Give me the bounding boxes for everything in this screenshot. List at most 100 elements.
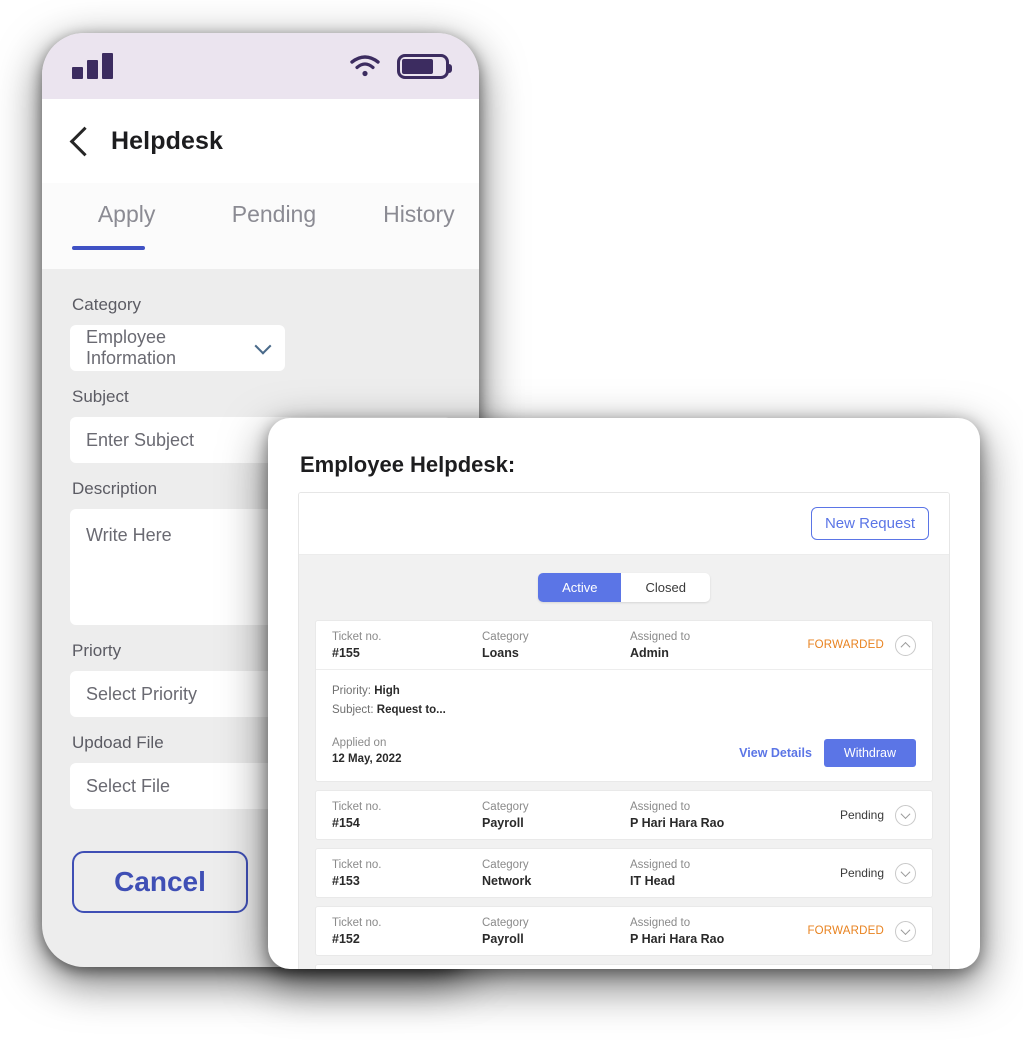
ticket-no-cell: Ticket no. #155 bbox=[332, 630, 482, 661]
table-row[interactable]: Ticket no. #152 Category Payroll Assigne… bbox=[315, 906, 933, 956]
assigned-to-header: Assigned to bbox=[630, 916, 691, 929]
table-row[interactable]: Ticket no. #155 Category Loans Assigned … bbox=[315, 620, 933, 782]
priority-value: High bbox=[374, 685, 400, 697]
ticket-no-header: Ticket no. bbox=[332, 630, 382, 643]
applied-on-cell: Applied on 12 May, 2022 bbox=[332, 736, 401, 767]
back-chevron-icon[interactable] bbox=[69, 126, 100, 156]
applied-on-label: Applied on bbox=[332, 737, 387, 749]
new-request-button[interactable]: New Request bbox=[810, 507, 929, 540]
ticket-no-header: Ticket no. bbox=[332, 800, 382, 813]
assigned-to-value: Admin bbox=[630, 645, 669, 660]
assigned-to-header: Assigned to bbox=[630, 858, 691, 871]
category-header: Category bbox=[482, 916, 529, 929]
category-label: Category bbox=[72, 295, 141, 314]
category-value: Loans bbox=[482, 645, 519, 660]
ticket-status-group: FORWARDED bbox=[807, 634, 916, 656]
ticket-details: Priority: High Subject: Request to... Ap… bbox=[316, 669, 932, 781]
phone-tab-bar: Apply Pending History bbox=[42, 183, 479, 269]
wifi-icon bbox=[350, 55, 380, 77]
category-header: Category bbox=[482, 630, 529, 643]
table-row[interactable]: Ticket no. #154 Category Payroll Assigne… bbox=[315, 790, 933, 840]
applied-on-date: 12 May, 2022 bbox=[332, 753, 402, 765]
panel-body: Active Closed Ticket no. #155 Category L… bbox=[299, 555, 949, 969]
signal-bars-icon bbox=[72, 53, 113, 79]
filter-closed[interactable]: Closed bbox=[621, 573, 710, 602]
chevron-down-icon[interactable] bbox=[895, 804, 916, 826]
assigned-to-cell: Assigned to P Hari Hara Rao bbox=[630, 916, 805, 947]
ticket-summary[interactable]: Ticket no. #151 Category Income Tax Assi… bbox=[316, 965, 932, 969]
battery-icon bbox=[397, 53, 452, 79]
ticket-no-cell: Ticket no. #154 bbox=[332, 800, 482, 831]
ticket-no-cell: Ticket no. #152 bbox=[332, 916, 482, 947]
helpdesk-panel: New Request Active Closed Ticket no. #15… bbox=[298, 492, 950, 969]
category-cell: Category Loans bbox=[482, 630, 630, 661]
tab-apply[interactable]: Apply bbox=[72, 201, 181, 250]
assigned-to-cell: Assigned to Admin bbox=[630, 630, 805, 661]
assigned-to-value: P Hari Hara Rao bbox=[630, 931, 725, 946]
ticket-no-value: #153 bbox=[332, 873, 360, 888]
status-badge: Pending bbox=[839, 808, 884, 822]
phone-status-bar bbox=[42, 33, 479, 99]
status-bar-right bbox=[349, 53, 452, 79]
assigned-to-cell: Assigned to IT Head bbox=[630, 858, 805, 889]
tab-pending[interactable]: Pending bbox=[209, 201, 339, 250]
ticket-no-header: Ticket no. bbox=[332, 916, 382, 929]
filter-active[interactable]: Active bbox=[538, 573, 622, 602]
ticket-no-header: Ticket no. bbox=[332, 858, 382, 871]
ticket-actions: View Details Withdraw bbox=[739, 739, 916, 767]
status-filter-group: Active Closed bbox=[538, 573, 710, 602]
ticket-no-value: #155 bbox=[332, 645, 360, 660]
category-cell: Category Payroll bbox=[482, 916, 630, 947]
assigned-to-value: IT Head bbox=[630, 873, 676, 888]
subject-value: Request to... bbox=[376, 704, 446, 716]
ticket-status-group: Pending bbox=[839, 804, 916, 826]
category-select[interactable]: Employee Information bbox=[70, 325, 285, 371]
category-value: Network bbox=[482, 873, 532, 888]
ticket-status-group: Pending bbox=[839, 862, 916, 884]
subject-key: Subject: bbox=[332, 704, 374, 716]
description-placeholder: Write Here bbox=[86, 525, 172, 545]
view-details-link[interactable]: View Details bbox=[739, 746, 812, 760]
status-badge: FORWARDED bbox=[807, 639, 884, 651]
page-title: Helpdesk bbox=[111, 126, 223, 155]
desktop-mockup: Employee Helpdesk: New Request Active Cl… bbox=[268, 418, 980, 969]
category-cell: Category Network bbox=[482, 858, 630, 889]
chevron-down-icon bbox=[254, 337, 272, 355]
upload-file-placeholder: Select File bbox=[86, 775, 171, 796]
cancel-button[interactable]: Cancel bbox=[72, 851, 248, 913]
category-value: Employee Information bbox=[86, 327, 177, 368]
category-header: Category bbox=[482, 858, 529, 871]
priority-key: Priority: bbox=[332, 685, 371, 697]
category-cell: Category Payroll bbox=[482, 800, 630, 831]
ticket-summary[interactable]: Ticket no. #152 Category Payroll Assigne… bbox=[316, 907, 932, 955]
table-row[interactable]: Ticket no. #151 Category Income Tax Assi… bbox=[315, 964, 933, 969]
ticket-summary[interactable]: Ticket no. #154 Category Payroll Assigne… bbox=[316, 791, 932, 839]
chevron-down-icon[interactable] bbox=[895, 920, 916, 942]
category-header: Category bbox=[482, 800, 529, 813]
assigned-to-cell: Assigned to P Hari Hara Rao bbox=[630, 800, 805, 831]
priority-placeholder: Select Priority bbox=[86, 683, 198, 704]
status-badge: FORWARDED bbox=[807, 925, 884, 937]
subject-label: Subject bbox=[72, 387, 129, 406]
ticket-summary[interactable]: Ticket no. #155 Category Loans Assigned … bbox=[316, 621, 932, 669]
status-badge: Pending bbox=[839, 866, 884, 880]
desktop-content: Employee Helpdesk: New Request Active Cl… bbox=[268, 418, 980, 969]
ticket-no-value: #154 bbox=[332, 815, 360, 830]
assigned-to-value: P Hari Hara Rao bbox=[630, 815, 725, 830]
category-value: Payroll bbox=[482, 931, 524, 946]
withdraw-button[interactable]: Withdraw bbox=[823, 739, 916, 767]
chevron-up-icon[interactable] bbox=[895, 634, 916, 656]
table-row[interactable]: Ticket no. #153 Category Network Assigne… bbox=[315, 848, 933, 898]
tab-history[interactable]: History bbox=[359, 201, 479, 250]
employee-helpdesk-title: Employee Helpdesk: bbox=[300, 452, 516, 477]
ticket-summary[interactable]: Ticket no. #153 Category Network Assigne… bbox=[316, 849, 932, 897]
ticket-details-footer: Applied on 12 May, 2022 View Details Wit… bbox=[332, 736, 916, 767]
panel-header: New Request bbox=[299, 493, 949, 555]
category-value: Payroll bbox=[482, 815, 524, 830]
assigned-to-header: Assigned to bbox=[630, 800, 691, 813]
status-filter: Active Closed bbox=[315, 573, 933, 602]
ticket-no-cell: Ticket no. #153 bbox=[332, 858, 482, 889]
chevron-down-icon[interactable] bbox=[895, 862, 916, 884]
priority-line: Priority: High bbox=[332, 682, 916, 701]
